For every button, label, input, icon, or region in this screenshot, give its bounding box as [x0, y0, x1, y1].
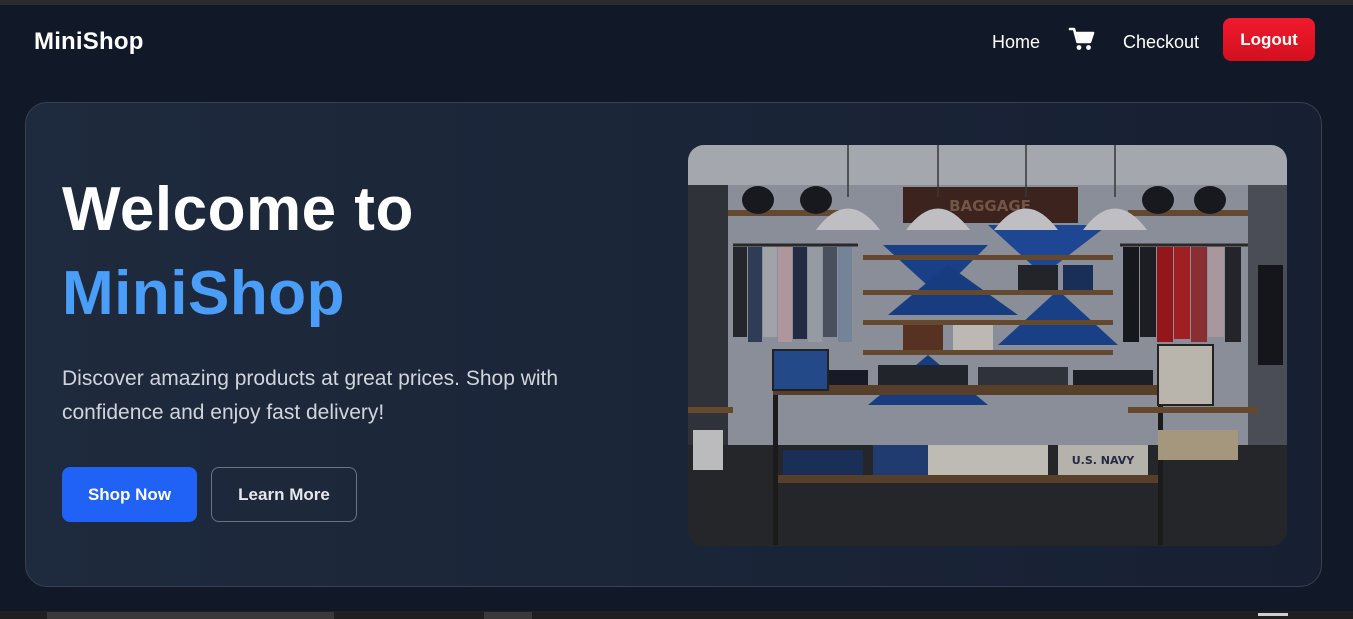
learn-more-button[interactable]: Learn More — [211, 467, 357, 522]
logout-button[interactable]: Logout — [1223, 18, 1315, 61]
hero-store-image: BAGGAGE U.S. NAVY — [688, 145, 1287, 546]
hero-section: Welcome to MiniShop Discover amazing pro… — [25, 102, 1322, 587]
taskbar-clock — [1258, 613, 1288, 616]
hero-title: Welcome to — [62, 175, 414, 244]
hero-description: Discover amazing products at great price… — [62, 367, 559, 424]
navbar: MiniShop Home Checkout Logout — [0, 5, 1353, 77]
cart-icon[interactable] — [1068, 25, 1096, 53]
hero-title-brand: MiniShop — [62, 259, 345, 328]
brand-logo[interactable]: MiniShop — [34, 28, 144, 56]
taskbar-app-icon[interactable] — [484, 612, 532, 619]
nav-link-checkout[interactable]: Checkout — [1123, 32, 1199, 53]
cart-icon-graphic — [1068, 27, 1095, 50]
store-interior-illustration: BAGGAGE U.S. NAVY — [688, 145, 1287, 546]
shop-now-button[interactable]: Shop Now — [62, 467, 197, 522]
nav-link-home[interactable]: Home — [992, 32, 1040, 53]
taskbar-window-tab[interactable] — [47, 612, 334, 619]
